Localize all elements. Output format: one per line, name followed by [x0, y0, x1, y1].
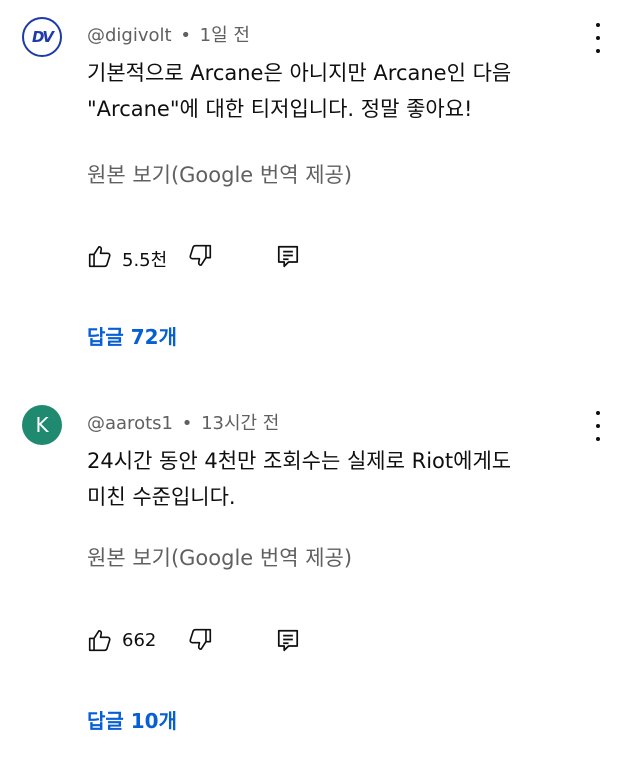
- like-button[interactable]: [87, 627, 113, 653]
- meta-separator: •: [180, 25, 191, 46]
- avatar[interactable]: DV: [22, 17, 62, 57]
- comment-meta: @aarots1 • 13시간 전: [87, 409, 279, 435]
- thumbs-up-icon: [88, 629, 111, 652]
- more-options-icon[interactable]: [588, 23, 608, 53]
- reply-button[interactable]: [275, 627, 301, 653]
- view-replies-button[interactable]: 답글 10개: [87, 705, 177, 734]
- comment-text: 기본적으로 Arcane은 아니지만 Arcane인 다음 "Arcane"에 …: [87, 55, 587, 127]
- thumbs-up-icon: [88, 245, 111, 268]
- meta-separator: •: [181, 413, 193, 434]
- thumbs-down-icon: [189, 244, 212, 267]
- avatar-initials: DV: [31, 28, 54, 46]
- comment-meta: @digivolt • 1일 전: [87, 21, 250, 47]
- avatar-initials: K: [35, 413, 49, 437]
- view-original-link[interactable]: 원본 보기(Google 번역 제공): [87, 159, 352, 189]
- comment-text-line: 미친 수준입니다.: [87, 485, 236, 509]
- like-button[interactable]: [87, 243, 113, 269]
- author-handle[interactable]: @aarots1: [87, 413, 173, 434]
- comment-text-line: 24시간 동안 4천만 조회수는 실제로 Riot에게도: [87, 449, 512, 473]
- comment-text-line: 기본적으로 Arcane은 아니지만 Arcane인 다음: [87, 61, 512, 85]
- author-handle[interactable]: @digivolt: [87, 25, 172, 46]
- like-count: 662: [122, 630, 157, 651]
- view-replies-button[interactable]: 답글 72개: [87, 321, 177, 350]
- comment-reply-icon: [277, 245, 299, 268]
- comment-text: 24시간 동안 4천만 조회수는 실제로 Riot에게도 미친 수준입니다.: [87, 443, 587, 515]
- comment-reply-icon: [277, 629, 299, 652]
- dislike-button[interactable]: [187, 243, 213, 269]
- reply-button[interactable]: [275, 243, 301, 269]
- dislike-button[interactable]: [187, 627, 213, 653]
- comment-text-line: "Arcane"에 대한 티저입니다. 정말 좋아요!: [87, 97, 473, 121]
- thumbs-down-icon: [189, 628, 212, 651]
- avatar[interactable]: K: [22, 405, 62, 445]
- comment-time[interactable]: 13시간 전: [201, 413, 279, 434]
- more-options-icon[interactable]: [588, 411, 608, 441]
- view-original-link[interactable]: 원본 보기(Google 번역 제공): [87, 542, 352, 572]
- comment-actions: 5.5천: [87, 243, 347, 273]
- like-count: 5.5천: [122, 250, 168, 271]
- comment-time[interactable]: 1일 전: [200, 25, 250, 46]
- comment-actions: 662: [87, 627, 347, 657]
